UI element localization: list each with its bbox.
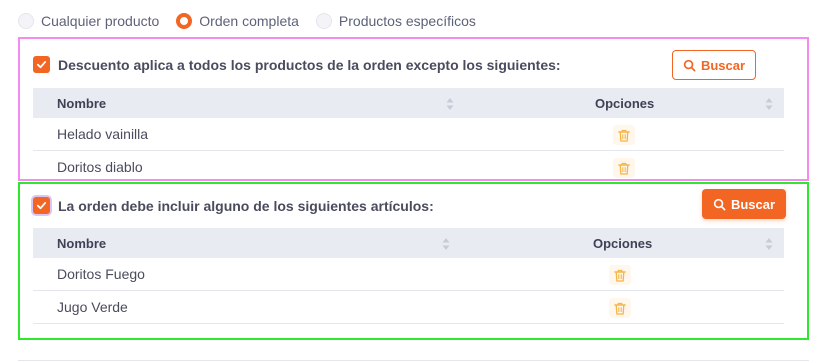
column-header-name[interactable]: Nombre xyxy=(57,96,106,111)
requirement-checkbox[interactable] xyxy=(33,197,50,214)
requirement-header: La orden debe incluir alguno de los sigu… xyxy=(33,197,434,214)
table-header: Nombre Opciones xyxy=(33,88,784,118)
exclusion-section: Descuento aplica a todos los productos d… xyxy=(18,37,809,184)
exclusion-table: Nombre Opciones Helado vainilla Doritos … xyxy=(33,88,784,184)
search-icon xyxy=(713,198,726,210)
column-header-options[interactable]: Opciones xyxy=(595,96,654,111)
table-header: Nombre Opciones xyxy=(33,228,784,258)
table-row: Doritos Fuego xyxy=(33,258,784,291)
radio-dot xyxy=(18,13,34,29)
table-row: Doritos diablo xyxy=(33,151,784,184)
sort-icon[interactable] xyxy=(442,237,450,251)
table-row: Jugo Verde xyxy=(33,291,784,324)
sort-icon[interactable] xyxy=(765,237,773,251)
delete-button[interactable] xyxy=(613,158,635,178)
trash-icon xyxy=(614,269,626,282)
delete-button[interactable] xyxy=(613,125,635,145)
discount-scope-radio-group: Cualquier producto Orden completa Produc… xyxy=(18,11,493,31)
sort-icon[interactable] xyxy=(446,97,454,111)
delete-button[interactable] xyxy=(609,265,631,285)
search-icon xyxy=(683,59,696,71)
sort-icon[interactable] xyxy=(765,97,773,111)
radio-dot-selected xyxy=(176,13,193,29)
check-icon xyxy=(36,202,47,210)
trash-icon xyxy=(614,302,626,315)
exclusion-checkbox[interactable] xyxy=(33,56,50,73)
radio-label: Orden completa xyxy=(199,13,299,29)
requirement-search-button[interactable]: Buscar xyxy=(702,189,786,219)
trash-icon xyxy=(618,129,630,142)
exclusion-title: Descuento aplica a todos los productos d… xyxy=(58,56,561,73)
radio-specific-products[interactable]: Productos específicos xyxy=(315,13,476,29)
requirement-section: La orden debe incluir alguno de los sigu… xyxy=(18,182,809,340)
delete-button[interactable] xyxy=(609,298,631,318)
requirement-title: La orden debe incluir alguno de los sigu… xyxy=(58,197,434,214)
check-icon xyxy=(36,61,47,69)
exclusion-search-button[interactable]: Buscar xyxy=(672,50,756,80)
product-name: Jugo Verde xyxy=(57,299,128,315)
radio-dot xyxy=(315,13,332,29)
trash-icon xyxy=(618,162,630,175)
column-header-options[interactable]: Opciones xyxy=(593,236,652,251)
column-header-name[interactable]: Nombre xyxy=(57,236,106,251)
radio-label: Cualquier producto xyxy=(41,13,160,29)
radio-any-product[interactable]: Cualquier producto xyxy=(18,13,159,29)
product-name: Doritos diablo xyxy=(57,159,143,175)
exclusion-header: Descuento aplica a todos los productos d… xyxy=(33,56,561,73)
radio-full-order[interactable]: Orden completa xyxy=(176,13,299,29)
requirement-table: Nombre Opciones Doritos Fuego Jugo Verde xyxy=(33,228,784,324)
search-button-label: Buscar xyxy=(730,196,776,212)
search-button-label: Buscar xyxy=(700,57,746,73)
divider xyxy=(18,360,809,361)
product-name: Helado vainilla xyxy=(57,126,149,142)
radio-label: Productos específicos xyxy=(338,13,476,29)
table-row: Helado vainilla xyxy=(33,118,784,151)
product-name: Doritos Fuego xyxy=(57,266,145,282)
